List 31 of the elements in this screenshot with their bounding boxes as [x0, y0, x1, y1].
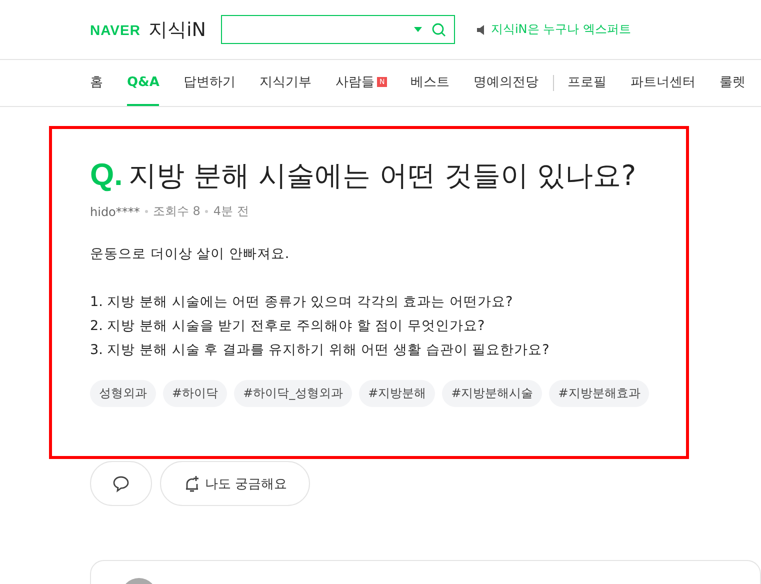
- nav-tab[interactable]: 파트너센터: [630, 60, 696, 106]
- tag-chip[interactable]: #지방분해시술: [442, 380, 542, 407]
- search-field[interactable]: [220, 15, 455, 44]
- speech-bubble-icon: [112, 474, 130, 492]
- view-count: 조회수 8: [152, 203, 200, 220]
- tag-chip[interactable]: #지방분해: [359, 380, 436, 407]
- question-text: 운동으로 더이상 살이 안빠져요.: [90, 245, 290, 264]
- nav-tab[interactable]: 답변하기: [183, 60, 236, 106]
- question-text: 2. 지방 분해 시술을 받기 전후로 주의해야 할 점이 무엇인가요?: [90, 317, 486, 336]
- nav-tab[interactable]: 룰렛: [720, 60, 746, 106]
- nav-tab[interactable]: 명예의전당: [474, 60, 539, 106]
- curious-button[interactable]: 나도 궁금해요: [160, 461, 310, 506]
- tag-chip[interactable]: #하이닥_성형외과: [234, 380, 352, 407]
- nav-tab[interactable]: 홈: [90, 60, 103, 106]
- question-mark-label: Q.: [90, 157, 123, 193]
- speaker-icon: [476, 24, 487, 34]
- tag-chip[interactable]: #지방분해효과: [549, 380, 650, 407]
- comment-button[interactable]: [90, 461, 152, 506]
- tag-chip[interactable]: 성형외과: [90, 380, 156, 407]
- nav-tab[interactable]: 베스트: [410, 60, 450, 106]
- question-text: 1. 지방 분해 시술에는 어떤 종류가 있으며 각각의 효과는 어떤가요?: [90, 293, 514, 312]
- author-name[interactable]: hido****: [90, 204, 140, 218]
- question-text: 3. 지방 분해 시술 후 결과를 유지하기 위해 어떤 생활 습관이 필요한가요?: [90, 341, 550, 360]
- search-icon[interactable]: [432, 22, 446, 36]
- question-title: 지방 분해 시술에는 어떤 것들이 있나요?: [128, 158, 636, 194]
- service-logo[interactable]: 지식iN: [148, 16, 206, 42]
- nav-tab[interactable]: 프로필: [568, 60, 607, 106]
- dropdown-caret-icon[interactable]: [414, 27, 422, 32]
- post-time: 4분 전: [213, 203, 249, 220]
- tag-chip[interactable]: #하이닥: [163, 380, 228, 407]
- nav-tab[interactable]: 지식기부: [259, 60, 312, 106]
